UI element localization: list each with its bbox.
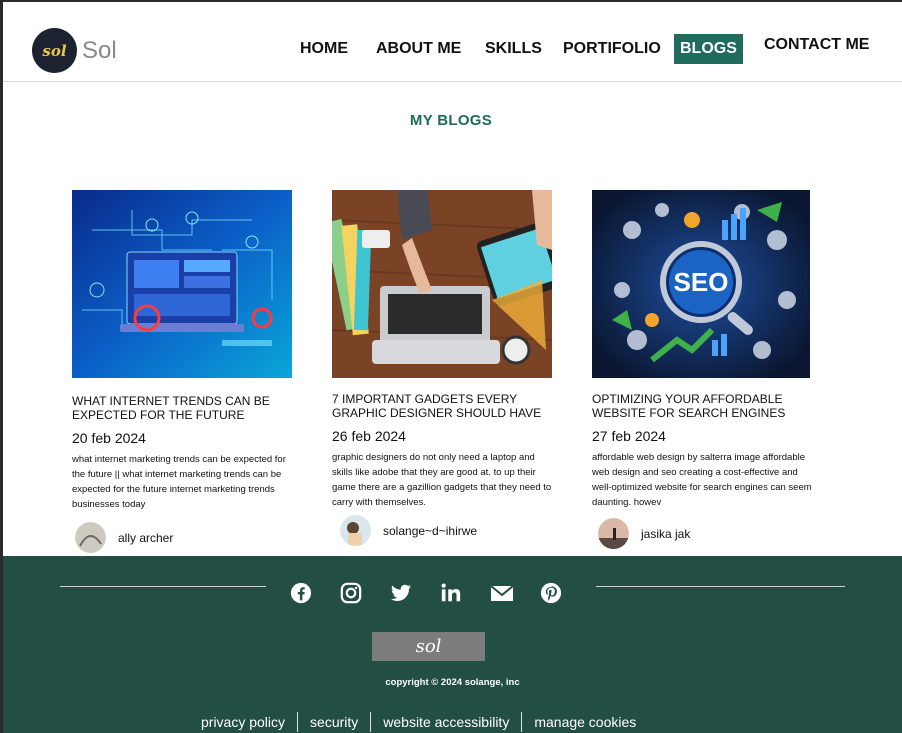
nav-skills[interactable]: SKILLS: [485, 40, 542, 58]
blog-image-seo[interactable]: SEO: [592, 190, 810, 378]
blog-card[interactable]: WHAT INTERNET TRENDS CAN BE EXPECTED FOR…: [72, 190, 292, 512]
blog-title[interactable]: WHAT INTERNET TRENDS CAN BE EXPECTED FOR…: [72, 394, 292, 422]
logo-text: sol: [42, 41, 67, 60]
blog-excerpt: graphic designers do not only need a lap…: [332, 452, 552, 508]
facebook-icon[interactable]: [290, 582, 314, 606]
blog-excerpt: what internet marketing trends can be ex…: [72, 454, 286, 510]
avatar: [340, 515, 371, 546]
avatar: [598, 518, 629, 549]
page-title: MY BLOGS: [409, 112, 493, 129]
nav-about-me[interactable]: ABOUT ME: [376, 40, 461, 58]
avatar: [75, 522, 106, 553]
footer-link-manage-cookies[interactable]: manage cookies: [522, 712, 648, 732]
mail-icon[interactable]: [490, 582, 514, 606]
nav-blogs[interactable]: BLOGS: [674, 34, 743, 64]
footer-divider: [596, 586, 845, 587]
nav-portfolio[interactable]: PORTIFOLIO: [563, 40, 661, 58]
blog-date: 20 feb 2024: [72, 430, 146, 446]
footer-links: privacy policy security website accessib…: [189, 712, 648, 732]
blog-title[interactable]: OPTIMIZING YOUR AFFORDABLE WEBSITE FOR S…: [592, 392, 812, 420]
twitter-icon[interactable]: [390, 582, 414, 606]
nav-contact-me[interactable]: CONTACT ME: [764, 36, 869, 54]
blog-card[interactable]: 7 IMPORTANT GADGETS EVERY GRAPHIC DESIGN…: [332, 190, 552, 510]
author-name: jasika jak: [641, 526, 691, 541]
blog-image-gadgets[interactable]: [332, 190, 552, 378]
blog-date: 26 feb 2024: [332, 428, 406, 444]
blog-author[interactable]: jasika jak: [598, 518, 690, 549]
blog-title[interactable]: 7 IMPORTANT GADGETS EVERY GRAPHIC DESIGN…: [332, 392, 552, 420]
linkedin-icon[interactable]: [440, 582, 464, 606]
blog-image-internet-trends[interactable]: [72, 190, 292, 378]
footer-logo-text: sol: [415, 636, 442, 657]
pinterest-icon[interactable]: [540, 582, 564, 606]
footer-logo[interactable]: sol: [372, 632, 485, 661]
instagram-icon[interactable]: [340, 582, 364, 606]
footer-link-privacy-policy[interactable]: privacy policy: [189, 712, 299, 732]
site-header: sol Sol HOME ABOUT ME SKILLS PORTIFOLIO …: [3, 2, 902, 82]
nav-home[interactable]: HOME: [300, 40, 348, 58]
footer-link-website-accessibility[interactable]: website accessibility: [371, 712, 523, 732]
site-footer: sol copyright © 2024 solange, inc privac…: [3, 556, 902, 733]
blog-author[interactable]: ally archer: [75, 522, 173, 553]
footer-divider: [60, 586, 266, 587]
logo-badge[interactable]: sol: [32, 28, 77, 73]
blog-author[interactable]: solange~d~ihirwe: [340, 515, 477, 546]
footer-link-security[interactable]: security: [298, 712, 372, 732]
blog-date: 27 feb 2024: [592, 428, 666, 444]
social-links: [290, 582, 590, 606]
author-name: solange~d~ihirwe: [383, 523, 478, 538]
blog-card[interactable]: SEO OPTIMIZING YOUR AFFORDABLE WEBSITE F…: [592, 190, 812, 510]
author-name: ally archer: [118, 530, 174, 545]
seo-image-text: SEO: [674, 267, 729, 297]
brand-name[interactable]: Sol: [82, 37, 117, 65]
copyright-text: copyright © 2024 solange, inc: [385, 677, 520, 688]
blog-excerpt: affordable web design by salterra image …: [592, 452, 812, 508]
